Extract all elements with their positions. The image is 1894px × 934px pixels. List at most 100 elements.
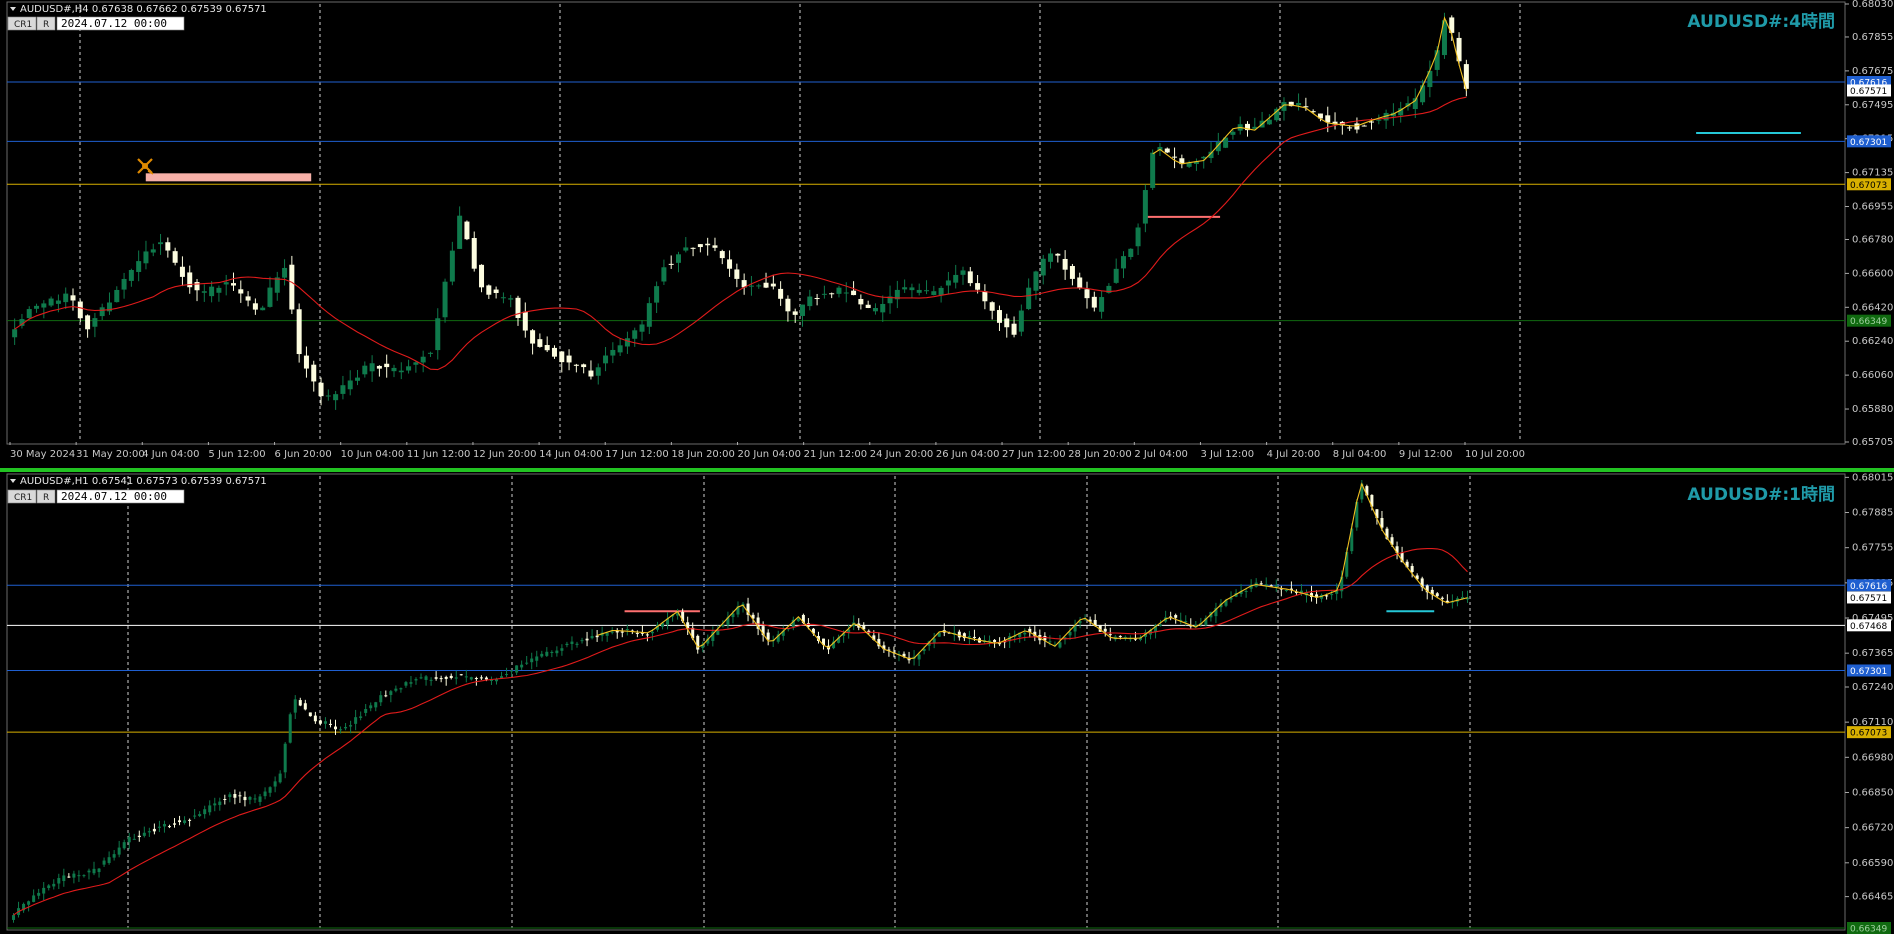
candle-body [1103, 628, 1107, 632]
candle-body [697, 244, 703, 248]
panel-h4-r-button[interactable]: R [36, 16, 56, 31]
panel-h4[interactable]: 0.680300.678550.676750.674950.673150.671… [6, 0, 1893, 460]
candle-body [409, 682, 413, 684]
candle-body [957, 631, 961, 638]
candle-body [770, 283, 776, 287]
candle-body [127, 837, 131, 843]
panel-h1-symbol-header: AUDUSD#,H1 0.67541 0.67573 0.67539 0.675… [20, 476, 267, 487]
candle-body [218, 801, 222, 806]
panel-separator[interactable] [0, 468, 1894, 472]
candle-body [635, 632, 639, 634]
candle-body [173, 823, 177, 825]
candle-body [384, 695, 388, 697]
candle-body [248, 797, 252, 800]
candle-body [525, 662, 529, 664]
candle-body [1296, 103, 1302, 106]
time-tick-label: 2 Jul 04:00 [1134, 449, 1188, 460]
candle-body [595, 367, 601, 376]
candle-body [47, 885, 51, 888]
candle-body [1135, 227, 1141, 247]
panel-h1-r-button[interactable]: R [36, 489, 56, 504]
candle-body [661, 267, 667, 282]
candle-body [993, 639, 997, 642]
candle-body [1091, 296, 1097, 308]
candle-body [858, 298, 864, 305]
candle-body [646, 303, 652, 327]
time-tick-label: 4 Jul 20:00 [1267, 449, 1321, 460]
candle-body [705, 243, 711, 246]
candle-body [359, 716, 363, 718]
candle-body [807, 296, 813, 307]
candle-body [398, 370, 404, 373]
panel-h1[interactable]: 0.680150.678850.677550.676250.674950.673… [6, 472, 1893, 934]
candle-body [311, 364, 317, 382]
candle-body [796, 618, 800, 622]
candle-body [391, 367, 397, 372]
candle-body [55, 300, 61, 304]
candle-body [1259, 583, 1263, 585]
candle-body [560, 648, 564, 651]
price-tag-label: 0.67073 [1850, 729, 1887, 739]
candle-body [1055, 253, 1061, 256]
price-tick-label: 0.66590 [1852, 858, 1893, 869]
candle-body [349, 725, 353, 727]
candle-body [551, 347, 557, 357]
candle-body [27, 901, 31, 905]
candle-body [313, 715, 317, 722]
candle-body [208, 805, 212, 813]
time-tick-label: 27 Jun 12:00 [1002, 449, 1066, 460]
candle-body [1230, 131, 1236, 135]
candle-body [374, 702, 378, 708]
candle-body [559, 351, 565, 363]
candle-body [520, 664, 524, 668]
candle-body [183, 820, 187, 823]
candle-body [603, 355, 609, 364]
time-tick-label: 10 Jul 20:00 [1465, 449, 1525, 460]
price-tick-label: 0.66060 [1852, 370, 1893, 381]
candle-body [278, 773, 282, 783]
candle-body [486, 285, 492, 295]
time-tick-label: 8 Jul 04:00 [1333, 449, 1387, 460]
panel-h1-datetime-value: 2024.07.12 00:00 [61, 490, 167, 503]
price-tag-label: 0.67301 [1850, 667, 1887, 677]
candle-body [1062, 258, 1068, 270]
candle-body [92, 868, 96, 874]
candle-body [308, 712, 312, 717]
candle-body [107, 857, 111, 863]
candle-body [179, 266, 185, 277]
candle-body [233, 794, 237, 798]
candle-body [1113, 268, 1119, 283]
price-tag-label: 0.67616 [1850, 582, 1887, 592]
panel-h1-datetime-field[interactable]: 2024.07.12 00:00 [56, 489, 185, 504]
candle-body [82, 875, 86, 877]
time-tick-label: 6 Jun 20:00 [275, 449, 332, 460]
panel-h4-plot-area[interactable] [6, 1, 1846, 445]
candle-body [193, 815, 197, 817]
candle-body [734, 269, 740, 279]
panel-h1-plot-area[interactable] [6, 473, 1846, 931]
candle-body [617, 345, 623, 353]
panel-h1-cr1-button[interactable]: CR1 [7, 489, 37, 504]
candle-body [165, 242, 171, 251]
candle-body [464, 676, 468, 678]
time-tick-label: 3 Jul 12:00 [1200, 449, 1254, 460]
candle-body [1040, 258, 1046, 276]
candle-body [484, 677, 488, 680]
price-tick-label: 0.66980 [1852, 752, 1893, 763]
candle-body [203, 809, 207, 815]
candle-body [585, 638, 589, 641]
candle-body [121, 278, 127, 290]
candle-body [260, 307, 266, 311]
price-tick-label: 0.68015 [1852, 472, 1893, 483]
candle-body [610, 631, 614, 633]
candle-body [821, 293, 827, 295]
panel-h4-datetime-field[interactable]: 2024.07.12 00:00 [56, 16, 185, 31]
panel-h4-cr1-button[interactable]: CR1 [7, 16, 37, 31]
price-tick-label: 0.66420 [1852, 302, 1893, 313]
candle-body [404, 682, 408, 686]
candle-body [216, 287, 222, 293]
candle-body [570, 641, 574, 645]
candle-body [48, 298, 54, 306]
candle-body [580, 640, 584, 642]
candle-body [1361, 125, 1367, 127]
